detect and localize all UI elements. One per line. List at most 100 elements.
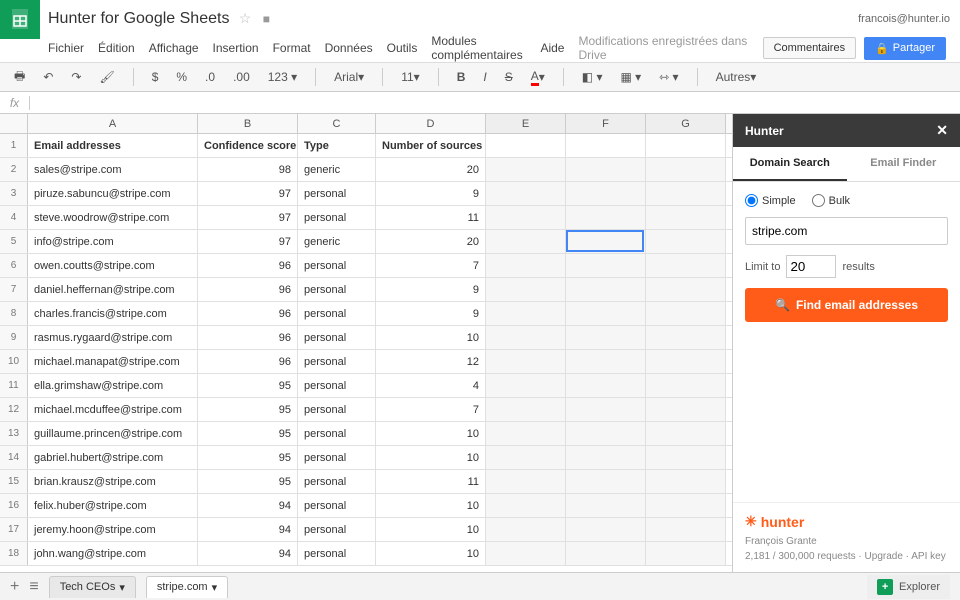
cell-score[interactable]: 95	[198, 398, 298, 421]
cell-score[interactable]: 96	[198, 326, 298, 349]
col-header-c[interactable]: C	[298, 114, 376, 133]
row-number[interactable]: 12	[0, 398, 28, 421]
cell-type[interactable]: personal	[298, 494, 376, 517]
cell-sources[interactable]: 10	[376, 494, 486, 517]
menu-affichage[interactable]: Affichage	[149, 41, 199, 55]
explorer-button[interactable]: + Explorer	[867, 575, 950, 599]
cell-type[interactable]: generic	[298, 158, 376, 181]
redo-icon[interactable]: ↷	[67, 68, 85, 86]
cell-score[interactable]: 95	[198, 446, 298, 469]
comments-button[interactable]: Commentaires	[763, 37, 857, 59]
folder-icon[interactable]: ■	[263, 12, 270, 26]
cell-email[interactable]: steve.woodrow@stripe.com	[28, 206, 198, 229]
header-cell[interactable]: Type	[298, 134, 376, 157]
cell-score[interactable]: 97	[198, 206, 298, 229]
format-more-icon[interactable]: 123 ▾	[264, 68, 301, 86]
cell-email[interactable]: michael.manapat@stripe.com	[28, 350, 198, 373]
mode-bulk[interactable]: Bulk	[812, 194, 850, 207]
row-number[interactable]: 6	[0, 254, 28, 277]
share-button[interactable]: 🔒 Partager	[864, 37, 946, 60]
star-icon[interactable]: ☆	[239, 10, 252, 26]
tab-email-finder[interactable]: Email Finder	[847, 147, 960, 181]
cell-type[interactable]: personal	[298, 278, 376, 301]
spreadsheet[interactable]: A B C D E F G 1Email addressesConfidence…	[0, 114, 732, 572]
cell-email[interactable]: michael.mcduffee@stripe.com	[28, 398, 198, 421]
sheet-tab-techceos[interactable]: Tech CEOs ▾	[49, 576, 136, 598]
tab-domain-search[interactable]: Domain Search	[733, 147, 847, 181]
cell-email[interactable]: daniel.heffernan@stripe.com	[28, 278, 198, 301]
more-menu[interactable]: Autres ▾	[712, 68, 761, 86]
apikey-link[interactable]: API key	[911, 551, 945, 562]
row-number[interactable]: 3	[0, 182, 28, 205]
cell-score[interactable]: 96	[198, 278, 298, 301]
cell-email[interactable]: sales@stripe.com	[28, 158, 198, 181]
mode-simple[interactable]: Simple	[745, 194, 796, 207]
fill-color-icon[interactable]: ◧ ▾	[578, 68, 607, 86]
menu-édition[interactable]: Édition	[98, 41, 135, 55]
cell-sources[interactable]: 10	[376, 326, 486, 349]
cell-type[interactable]: personal	[298, 326, 376, 349]
row-number[interactable]: 16	[0, 494, 28, 517]
cell-type[interactable]: personal	[298, 398, 376, 421]
bold-icon[interactable]: B	[453, 68, 470, 86]
cell-type[interactable]: generic	[298, 230, 376, 253]
cell-email[interactable]: info@stripe.com	[28, 230, 198, 253]
row-number[interactable]: 11	[0, 374, 28, 397]
cell-sources[interactable]: 4	[376, 374, 486, 397]
cell-email[interactable]: charles.francis@stripe.com	[28, 302, 198, 325]
menu-insertion[interactable]: Insertion	[213, 41, 259, 55]
sheet-tab-stripe[interactable]: stripe.com ▾	[146, 576, 228, 598]
strike-icon[interactable]: S	[501, 68, 517, 86]
paint-format-icon[interactable]: 🖌	[95, 68, 118, 86]
header-cell[interactable]: Number of sources	[376, 134, 486, 157]
print-icon[interactable]: 🖶	[10, 65, 29, 90]
cell-score[interactable]: 94	[198, 542, 298, 565]
row-number[interactable]: 10	[0, 350, 28, 373]
add-sheet-button[interactable]: +	[10, 578, 19, 596]
cell-sources[interactable]: 7	[376, 398, 486, 421]
menu-modules complémentaires[interactable]: Modules complémentaires	[431, 34, 526, 62]
dec-decrease-icon[interactable]: .0	[201, 68, 219, 86]
cell-type[interactable]: personal	[298, 206, 376, 229]
cell-score[interactable]: 97	[198, 182, 298, 205]
cell-email[interactable]: ella.grimshaw@stripe.com	[28, 374, 198, 397]
cell-type[interactable]: personal	[298, 374, 376, 397]
cell-score[interactable]: 95	[198, 422, 298, 445]
cell-type[interactable]: personal	[298, 470, 376, 493]
cell-type[interactable]: personal	[298, 254, 376, 277]
merge-icon[interactable]: ⇿ ▾	[655, 68, 682, 86]
cell-email[interactable]: owen.coutts@stripe.com	[28, 254, 198, 277]
col-header-f[interactable]: F	[566, 114, 646, 133]
row-number[interactable]: 17	[0, 518, 28, 541]
cell-sources[interactable]: 10	[376, 542, 486, 565]
cell-sources[interactable]: 11	[376, 470, 486, 493]
cell-type[interactable]: personal	[298, 446, 376, 469]
cell-email[interactable]: jeremy.hoon@stripe.com	[28, 518, 198, 541]
all-sheets-icon[interactable]: ≡	[29, 578, 38, 596]
row-number[interactable]: 8	[0, 302, 28, 325]
cell-score[interactable]: 98	[198, 158, 298, 181]
cell-email[interactable]: rasmus.rygaard@stripe.com	[28, 326, 198, 349]
dec-increase-icon[interactable]: .00	[229, 68, 254, 86]
col-header-d[interactable]: D	[376, 114, 486, 133]
italic-icon[interactable]: I	[479, 68, 490, 86]
cell-email[interactable]: guillaume.princen@stripe.com	[28, 422, 198, 445]
header-cell[interactable]: Email addresses	[28, 134, 198, 157]
font-size[interactable]: 11 ▾	[397, 68, 424, 86]
cell-type[interactable]: personal	[298, 350, 376, 373]
cell-score[interactable]: 96	[198, 350, 298, 373]
menu-données[interactable]: Données	[325, 41, 373, 55]
row-number[interactable]: 4	[0, 206, 28, 229]
cell-score[interactable]: 94	[198, 518, 298, 541]
find-email-button[interactable]: 🔍 Find email addresses	[745, 288, 948, 322]
cell-email[interactable]: gabriel.hubert@stripe.com	[28, 446, 198, 469]
cell-sources[interactable]: 7	[376, 254, 486, 277]
cell-sources[interactable]: 9	[376, 302, 486, 325]
col-header-g[interactable]: G	[646, 114, 726, 133]
row-number[interactable]: 15	[0, 470, 28, 493]
cell-sources[interactable]: 10	[376, 422, 486, 445]
cell-sources[interactable]: 11	[376, 206, 486, 229]
row-number[interactable]: 7	[0, 278, 28, 301]
row-number[interactable]: 9	[0, 326, 28, 349]
cell-email[interactable]: felix.huber@stripe.com	[28, 494, 198, 517]
